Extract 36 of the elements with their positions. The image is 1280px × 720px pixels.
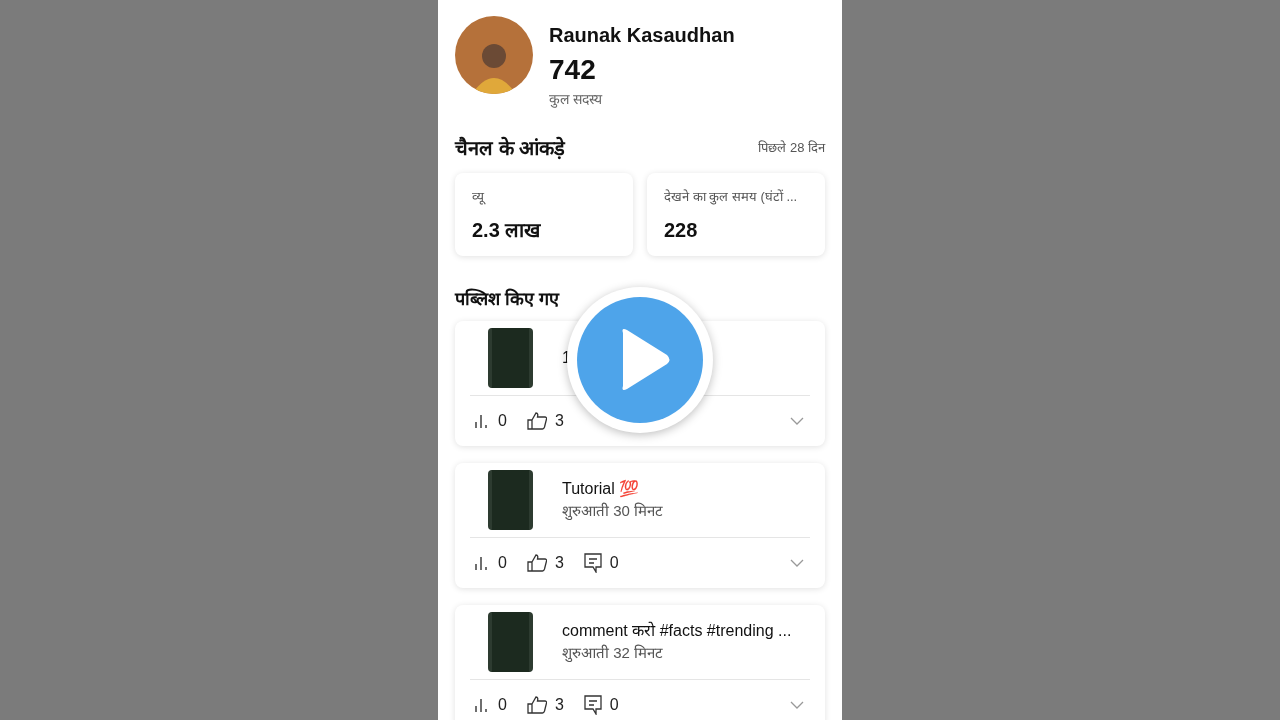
stat-value: 228 xyxy=(664,217,699,243)
like-icon xyxy=(526,696,547,714)
video-time: शुरुआती 30 मिनट xyxy=(562,501,664,522)
views-icon xyxy=(474,697,490,713)
like-icon xyxy=(526,412,547,430)
stat-value: 2.3 लाख xyxy=(472,217,542,243)
subscriber-count: 742 xyxy=(549,53,597,87)
section-title: चैनल के आंकड़े xyxy=(455,135,566,161)
like-icon xyxy=(526,554,547,572)
comment-icon xyxy=(583,695,602,715)
video-thumbnail xyxy=(488,612,533,672)
like-count: 3 xyxy=(554,411,564,431)
chevron-down-icon[interactable] xyxy=(790,417,804,425)
views-count: 0 xyxy=(498,411,507,431)
views-count: 0 xyxy=(498,553,507,573)
comment-count: 0 xyxy=(609,553,619,573)
subscriber-label: कुल सदस्य xyxy=(549,90,604,109)
comment-icon xyxy=(583,553,602,573)
chevron-down-icon[interactable] xyxy=(790,701,804,709)
like-count: 3 xyxy=(554,695,564,715)
section-title: पब्लिश किए गए xyxy=(453,287,561,311)
channel-name: Raunak Kasaudhan xyxy=(549,23,735,48)
stat-label: देखने का कुल समय (घंटों ... xyxy=(664,188,799,207)
video-title: Tutorial 💯 xyxy=(562,479,641,499)
chevron-down-icon[interactable] xyxy=(790,559,804,567)
stat-label: व्यू xyxy=(472,188,487,207)
video-title: comment करो #facts #trending ... xyxy=(562,620,792,641)
views-count: 0 xyxy=(498,695,507,715)
video-time: शुरुआती 32 मिनट xyxy=(562,643,665,664)
video-thumbnail xyxy=(488,470,533,530)
video-thumbnail xyxy=(488,328,533,388)
period-label: पिछले 28 दिन xyxy=(758,139,825,158)
comment-count: 0 xyxy=(609,695,619,715)
like-count: 3 xyxy=(554,553,564,573)
views-icon xyxy=(474,413,490,429)
views-icon xyxy=(474,555,490,571)
